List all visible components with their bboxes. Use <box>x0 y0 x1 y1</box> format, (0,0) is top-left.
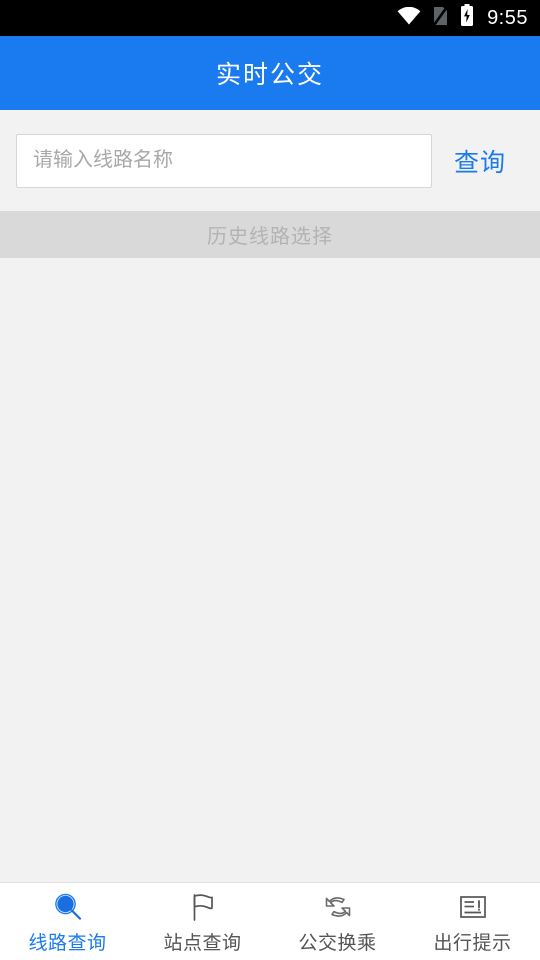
nav-item-transfer[interactable]: 公交换乘 <box>270 883 405 960</box>
flag-icon <box>187 890 219 924</box>
nav-label-travel-notice: 出行提示 <box>433 933 512 954</box>
swap-arrows-icon <box>322 890 354 924</box>
no-sim-icon <box>432 4 450 32</box>
search-section: 查询 <box>0 110 540 211</box>
notice-document-icon <box>457 890 489 924</box>
bottom-navigation-bar: 线路查询 站点查询 公交换乘 出行提示 <box>0 882 540 960</box>
nav-label-route-search: 线路查询 <box>28 933 107 954</box>
app-header: 实时公交 <box>0 36 540 110</box>
status-bar-clock: 9:55 <box>487 6 528 29</box>
search-input[interactable] <box>16 133 432 188</box>
nav-item-travel-notice[interactable]: 出行提示 <box>405 883 540 960</box>
wifi-icon <box>397 6 421 30</box>
nav-label-transfer: 公交换乘 <box>298 933 377 954</box>
nav-item-stop-search[interactable]: 站点查询 <box>135 883 270 960</box>
status-bar-icons <box>397 4 474 32</box>
nav-label-stop-search: 站点查询 <box>163 933 242 954</box>
nav-item-route-search[interactable]: 线路查询 <box>0 883 135 960</box>
history-route-label: 历史线路选择 <box>207 226 333 248</box>
magnifier-icon <box>52 890 84 924</box>
history-route-selector[interactable]: 历史线路选择 <box>0 211 540 258</box>
status-bar: 9:55 <box>0 0 540 36</box>
search-button[interactable]: 查询 <box>432 143 524 179</box>
battery-charging-icon <box>460 4 474 32</box>
page-title: 实时公交 <box>215 61 324 89</box>
route-list-area <box>0 258 540 882</box>
app-screen: 9:55 实时公交 查询 历史线路选择 线路查询 <box>0 0 540 960</box>
